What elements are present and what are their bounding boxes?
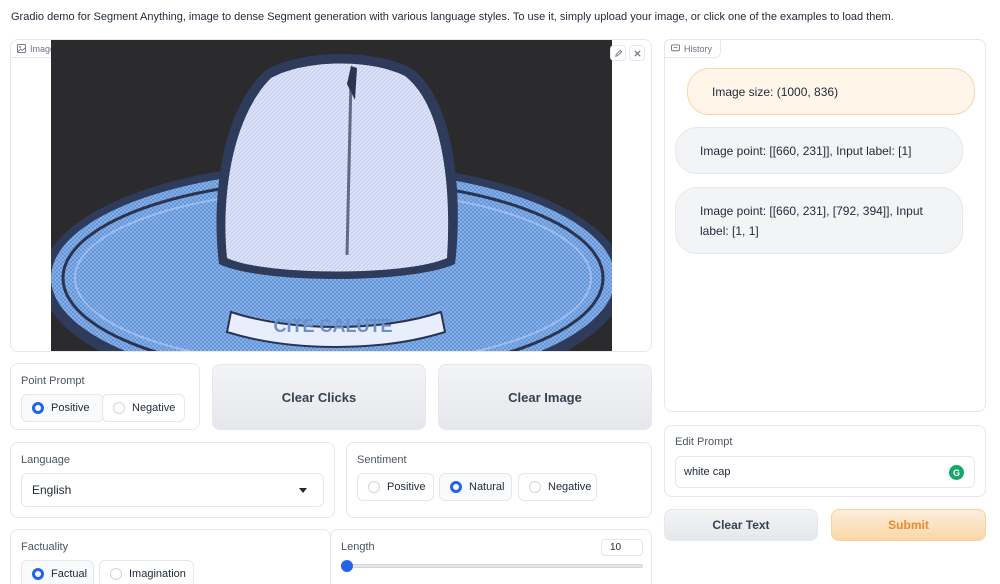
edit-prompt-label: Edit Prompt	[675, 436, 733, 448]
factuality-group: Factuality Factual Imagination	[10, 529, 331, 584]
radio-indicator-checked	[450, 481, 462, 493]
length-slider-thumb[interactable]	[341, 560, 353, 572]
radio-factual[interactable]: Factual	[21, 560, 94, 584]
radio-negative[interactable]: Negative	[102, 394, 185, 422]
length-label: Length	[341, 541, 375, 553]
remove-image-button[interactable]	[629, 45, 645, 61]
sentiment-group: Sentiment Positive Natural Negative	[346, 442, 652, 518]
radio-indicator	[113, 402, 125, 414]
radio-label: Natural	[469, 481, 505, 493]
edit-prompt-group: Edit Prompt white cap G	[664, 425, 986, 497]
close-icon	[633, 49, 641, 57]
radio-sentiment-negative[interactable]: Negative	[518, 473, 597, 501]
length-number-input[interactable]: 10	[601, 539, 643, 556]
page-description: Gradio demo for Segment Anything, image …	[11, 11, 894, 23]
factuality-label: Factuality	[21, 541, 69, 553]
image-icon	[17, 44, 26, 53]
submit-button[interactable]: Submit	[831, 509, 986, 541]
grammarly-icon[interactable]: G	[949, 465, 964, 480]
radio-label: Positive	[51, 402, 90, 414]
history-panel: History Image size: (1000, 836) Image po…	[664, 39, 986, 412]
point-prompt-label: Point Prompt	[21, 375, 85, 387]
radio-imagination[interactable]: Imagination	[99, 560, 194, 584]
pencil-icon	[614, 49, 622, 57]
language-group: Language English	[10, 442, 335, 518]
uploaded-image[interactable]: CITE CALUTE	[51, 40, 612, 351]
sentiment-label: Sentiment	[357, 454, 407, 466]
radio-indicator-checked	[32, 402, 44, 414]
chat-message-bot: Image point: [[660, 231], [792, 394]], I…	[675, 187, 963, 254]
radio-label: Factual	[51, 568, 88, 580]
radio-label: Positive	[387, 481, 426, 493]
radio-sentiment-natural[interactable]: Natural	[439, 473, 512, 501]
radio-label: Negative	[132, 402, 176, 414]
radio-label: Negative	[548, 481, 592, 493]
image-panel[interactable]: Image CITE CALUTE	[10, 39, 652, 352]
chat-icon	[671, 44, 680, 52]
point-prompt-group: Point Prompt Positive Negative	[10, 363, 200, 430]
length-group: Length 10	[330, 529, 652, 584]
hat-image: CITE CALUTE	[51, 40, 612, 351]
edit-prompt-value: white cap	[684, 466, 731, 478]
clear-clicks-button[interactable]: Clear Clicks	[212, 364, 426, 430]
history-label-tag: History	[664, 39, 722, 58]
clear-text-button[interactable]: Clear Text	[664, 509, 818, 541]
language-dropdown[interactable]: English	[21, 473, 324, 507]
radio-label: Imagination	[129, 568, 186, 580]
chat-message-user: Image size: (1000, 836)	[687, 68, 975, 115]
length-slider-track[interactable]	[345, 564, 643, 568]
clear-image-button[interactable]: Clear Image	[438, 364, 652, 430]
radio-sentiment-positive[interactable]: Positive	[357, 473, 434, 501]
radio-indicator	[368, 481, 380, 493]
radio-indicator	[110, 568, 122, 580]
history-label: History	[684, 43, 713, 54]
language-label: Language	[21, 454, 70, 466]
edit-image-button[interactable]	[610, 45, 626, 61]
edit-prompt-input[interactable]: white cap G	[675, 456, 975, 488]
radio-indicator-checked	[32, 568, 44, 580]
radio-indicator	[529, 481, 541, 493]
chat-message-bot: Image point: [[660, 231]], Input label: …	[675, 127, 963, 174]
hat-band-text: CITE CALUTE	[274, 316, 393, 336]
radio-positive[interactable]: Positive	[21, 394, 104, 422]
chevron-down-icon	[299, 488, 307, 493]
language-value: English	[32, 483, 72, 497]
